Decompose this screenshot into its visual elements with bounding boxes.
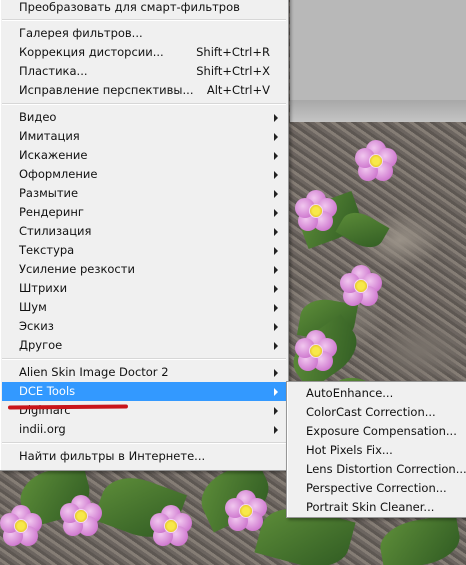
menu-item-lens-correction[interactable]: Коррекция дисторсии... Shift+Ctrl+R xyxy=(2,43,286,62)
submenu-item-hot-pixels-fix[interactable]: Hot Pixels Fix... xyxy=(289,441,464,460)
submenu-item-label: Lens Distortion Correction... xyxy=(306,462,466,476)
submenu-arrow-icon xyxy=(274,247,278,255)
submenu-item-label: Exposure Compensation... xyxy=(306,424,457,438)
submenu-item-lens-distortion-correction[interactable]: Lens Distortion Correction... xyxy=(289,460,466,479)
gray-panel-edge xyxy=(290,100,466,122)
menu-item-shortcut: Shift+Ctrl+R xyxy=(196,45,270,59)
submenu-item-label: ColorCast Correction... xyxy=(306,405,436,419)
submenu-arrow-icon xyxy=(274,407,278,415)
submenu-arrow-icon xyxy=(274,152,278,160)
menu-item-label: Галерея фильтров... xyxy=(19,26,143,40)
submenu-arrow-icon xyxy=(274,426,278,434)
menu-item-vanishing-point[interactable]: Исправление перспективы... Alt+Ctrl+V xyxy=(2,81,286,100)
menu-item-label: Имитация xyxy=(19,129,80,143)
menu-item-label: Найти фильтры в Интернете... xyxy=(19,449,206,463)
menu-item-indii[interactable]: indii.org xyxy=(2,420,286,439)
menu-item-noise[interactable]: Шум xyxy=(2,298,286,317)
flower xyxy=(0,505,42,547)
menu-item-label: Исправление перспективы... xyxy=(19,83,194,97)
menu-separator xyxy=(2,358,286,360)
menu-item-dce-tools[interactable]: DCE Tools xyxy=(2,382,286,401)
submenu-item-exposure-compensation[interactable]: Exposure Compensation... xyxy=(289,422,464,441)
menu-item-shortcut: Shift+Ctrl+X xyxy=(196,64,270,78)
dce-tools-submenu: AutoEnhance... ColorCast Correction... E… xyxy=(286,381,466,518)
menu-separator xyxy=(2,442,286,444)
menu-item-distort[interactable]: Искажение xyxy=(2,146,286,165)
menu-item-convert-smart-filters[interactable]: Преобразовать для смарт-фильтров xyxy=(2,0,286,17)
menu-item-digimarc[interactable]: Digimarc xyxy=(2,401,286,420)
menu-item-label: Размытие xyxy=(19,186,79,200)
flower xyxy=(60,495,102,537)
menu-item-blur[interactable]: Размытие xyxy=(2,184,286,203)
menu-item-label: Усиление резкости xyxy=(19,262,135,276)
flower xyxy=(295,190,337,232)
menu-item-label: Digimarc xyxy=(19,403,71,417)
menu-item-label: Другое xyxy=(19,338,63,352)
menu-item-label: DCE Tools xyxy=(19,384,76,398)
submenu-item-label: AutoEnhance... xyxy=(306,386,394,400)
submenu-item-label: Perspective Correction... xyxy=(306,481,447,495)
menu-item-label: Рендеринг xyxy=(19,205,84,219)
flower xyxy=(340,265,382,307)
submenu-arrow-icon xyxy=(274,304,278,312)
menu-item-label: Видео xyxy=(19,110,57,124)
menu-item-label: Коррекция дисторсии... xyxy=(19,45,164,59)
submenu-item-colorcast-correction[interactable]: ColorCast Correction... xyxy=(289,403,464,422)
menu-separator xyxy=(2,19,286,21)
menu-item-label: Пластика... xyxy=(19,64,88,78)
menu-item-label: Искажение xyxy=(19,148,88,162)
menu-item-sketch[interactable]: Эскиз xyxy=(2,317,286,336)
menu-item-filter-gallery[interactable]: Галерея фильтров... xyxy=(2,24,286,43)
menu-item-alien-skin[interactable]: Alien Skin Image Doctor 2 xyxy=(2,363,286,382)
submenu-arrow-icon xyxy=(274,285,278,293)
menu-item-label: Текстура xyxy=(19,243,75,257)
menu-item-pixelate[interactable]: Оформление xyxy=(2,165,286,184)
menu-item-label: Штрихи xyxy=(19,281,68,295)
flower xyxy=(150,505,192,547)
submenu-arrow-icon xyxy=(274,171,278,179)
menu-item-label: Alien Skin Image Doctor 2 xyxy=(19,365,169,379)
submenu-item-autoenhance[interactable]: AutoEnhance... xyxy=(289,384,464,403)
menu-item-render[interactable]: Рендеринг xyxy=(2,203,286,222)
menu-item-brush-strokes[interactable]: Штрихи xyxy=(2,279,286,298)
submenu-arrow-icon xyxy=(274,190,278,198)
menu-item-sharpen[interactable]: Усиление резкости xyxy=(2,260,286,279)
flower xyxy=(355,140,397,182)
leaf xyxy=(376,513,464,565)
menu-item-label: Стилизация xyxy=(19,224,92,238)
submenu-item-label: Portrait Skin Cleaner... xyxy=(306,500,435,514)
submenu-arrow-icon xyxy=(274,133,278,141)
menu-item-label: Преобразовать для смарт-фильтров xyxy=(19,0,240,14)
submenu-item-label: Hot Pixels Fix... xyxy=(306,443,393,457)
submenu-item-perspective-correction[interactable]: Perspective Correction... xyxy=(289,479,464,498)
menu-item-label: Оформление xyxy=(19,167,98,181)
flower xyxy=(295,330,337,372)
submenu-arrow-icon xyxy=(274,342,278,350)
flower xyxy=(225,490,267,532)
filter-menu: Преобразовать для смарт-фильтров Галерея… xyxy=(0,0,289,471)
menu-item-label: Шум xyxy=(19,300,47,314)
menu-item-label: Эскиз xyxy=(19,319,54,333)
menu-item-other[interactable]: Другое xyxy=(2,336,286,355)
menu-separator xyxy=(2,103,286,105)
submenu-arrow-icon xyxy=(274,323,278,331)
menu-item-artistic[interactable]: Имитация xyxy=(2,127,286,146)
menu-item-video[interactable]: Видео xyxy=(2,108,286,127)
submenu-arrow-icon xyxy=(274,209,278,217)
menu-item-shortcut: Alt+Ctrl+V xyxy=(206,83,270,97)
submenu-arrow-icon xyxy=(274,228,278,236)
submenu-arrow-icon xyxy=(274,388,278,396)
menu-item-browse-filters-online[interactable]: Найти фильтры в Интернете... xyxy=(2,447,286,466)
submenu-arrow-icon xyxy=(274,114,278,122)
menu-item-texture[interactable]: Текстура xyxy=(2,241,286,260)
menu-item-stylize[interactable]: Стилизация xyxy=(2,222,286,241)
menu-item-label: indii.org xyxy=(19,422,66,436)
menu-item-liquify[interactable]: Пластика... Shift+Ctrl+X xyxy=(2,62,286,81)
submenu-arrow-icon xyxy=(274,266,278,274)
submenu-item-portrait-skin-cleaner[interactable]: Portrait Skin Cleaner... xyxy=(289,498,464,517)
submenu-arrow-icon xyxy=(274,369,278,377)
